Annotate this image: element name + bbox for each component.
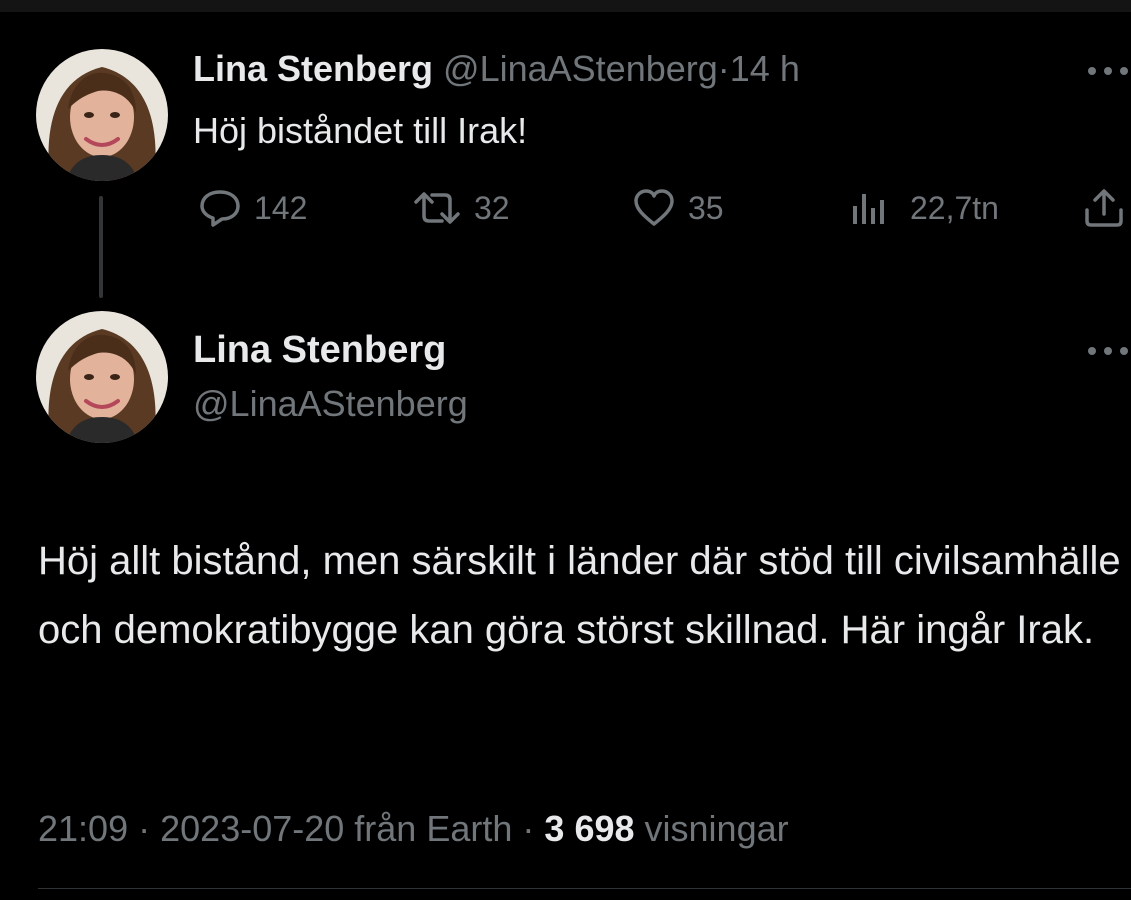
reply-tweet-text: Höj biståndet till Irak! [193, 110, 528, 151]
reply-tweet-header: Lina Stenberg @LinaAStenberg·14 h [193, 46, 800, 92]
tweet-date[interactable]: 2023-07-20 [160, 808, 344, 849]
author-name[interactable]: Lina Stenberg [193, 326, 446, 374]
retweet-count: 32 [474, 189, 510, 226]
meta-separator: · [522, 808, 535, 849]
main-tweet-text: Höj allt bistånd, men särskilt i länder … [38, 539, 1121, 652]
heart-icon [634, 189, 674, 226]
share-button[interactable] [1082, 185, 1126, 231]
more-dots-icon[interactable] [1086, 58, 1130, 78]
tweet-meta: 21:09 · 2023-07-20 från Earth · 3 698 vi… [38, 806, 789, 852]
views-label: visningar [644, 808, 789, 849]
avatar[interactable] [36, 311, 168, 443]
meta-separator: · [138, 808, 151, 849]
tweet-time[interactable]: 14 h [730, 48, 800, 89]
author-handle[interactable]: @LinaAStenberg [193, 380, 468, 428]
views-bar-chart-icon [853, 194, 884, 224]
author-name[interactable]: Lina Stenberg [193, 48, 433, 89]
reply-bubble-icon [200, 190, 240, 227]
author-handle[interactable]: @LinaAStenberg [443, 48, 718, 89]
more-dots-icon[interactable] [1086, 338, 1130, 358]
action-bar: 142 32 35 22,7tn [0, 185, 1131, 231]
like-button[interactable]: 35 [632, 185, 724, 231]
views-count[interactable]: 3 698 [544, 808, 634, 849]
retweet-icon [414, 192, 460, 224]
tweet-time[interactable]: 21:09 [38, 808, 128, 849]
retweet-button[interactable]: 32 [408, 185, 510, 231]
like-count: 35 [688, 189, 724, 226]
top-strip [0, 0, 1131, 12]
tweet-source: från Earth [354, 808, 513, 849]
views-button[interactable]: 22,7tn [848, 185, 999, 231]
share-icon [1085, 189, 1123, 227]
divider [38, 888, 1131, 889]
views-count: 22,7tn [910, 189, 999, 226]
reply-count: 142 [254, 189, 308, 226]
reply-button[interactable]: 142 [198, 185, 307, 231]
avatar[interactable] [36, 49, 168, 181]
header-separator: · [717, 48, 730, 89]
